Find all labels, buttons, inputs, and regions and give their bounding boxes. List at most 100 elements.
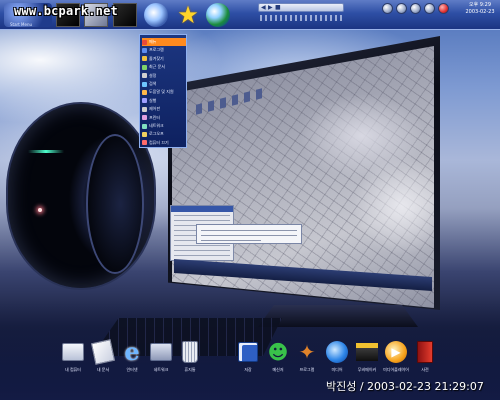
- start-menu-item[interactable]: 프린터: [142, 114, 186, 122]
- mini-media-toolbar[interactable]: ◀ ▶ ■: [258, 3, 344, 12]
- dock-item-dictionary[interactable]: 사전: [410, 340, 440, 372]
- menu-item-label: 즐겨찾기: [149, 55, 164, 61]
- floppy-disk-icon: [238, 342, 258, 362]
- menu-item-icon: [142, 140, 147, 146]
- start-menu-item[interactable]: 로그오프: [142, 130, 186, 138]
- menu-item-icon: [142, 89, 147, 95]
- prev-icon[interactable]: ◀: [261, 4, 266, 12]
- start-menu-item[interactable]: 실행: [142, 97, 186, 105]
- menu-item-label: 네트워크: [149, 123, 164, 128]
- menu-item-icon: [142, 56, 147, 62]
- dock-label: 저장: [244, 367, 252, 372]
- play-icon[interactable]: ▶: [268, 4, 273, 12]
- dock-label: 내 컴퓨터: [65, 367, 81, 372]
- popup-line: [201, 235, 297, 236]
- menu-item-label: 로그오프: [149, 131, 164, 137]
- tray-button-1[interactable]: [382, 3, 393, 14]
- monitor-stand: [258, 305, 418, 327]
- start-menu-item[interactable]: 컴퓨터 끄기: [142, 139, 186, 147]
- dock-label: 네트워크: [153, 367, 169, 372]
- media-player-icon: ▶: [385, 341, 407, 363]
- speaker-led-strip: [28, 150, 64, 153]
- dock-label: 프로그램: [299, 367, 315, 372]
- author-timestamp-caption: 박진성 / 2003-02-23 21:29:07: [326, 380, 484, 393]
- dock-item-network[interactable]: 네트워크: [146, 340, 176, 372]
- inner-window-titlebar: [171, 206, 233, 212]
- dock-label: 휴지통: [184, 367, 196, 372]
- menu-item-label: 검색: [149, 81, 157, 86]
- stop-icon[interactable]: ■: [275, 4, 281, 12]
- start-menu-item[interactable]: 네트워크: [142, 122, 186, 130]
- dock-item-internet-explorer[interactable]: e 인터넷: [117, 337, 147, 373]
- dock-label: 메신저: [272, 367, 284, 372]
- menu-item-label: 실행: [149, 97, 157, 103]
- menu-item-label: 설정: [149, 72, 157, 78]
- menu-item-icon: [142, 47, 147, 53]
- dock-item-recycle-bin[interactable]: 휴지통: [175, 340, 205, 372]
- messenger-icon: ☻: [267, 340, 289, 364]
- start-menu-item[interactable]: 도움말 및 지원: [142, 88, 186, 96]
- dock-item-save[interactable]: 저장: [233, 340, 263, 372]
- tray-button-4[interactable]: [424, 3, 435, 14]
- tray-clock: 오후 9:29 2003-02-23: [461, 2, 499, 16]
- menu-item-icon: [142, 115, 147, 121]
- star-icon[interactable]: ★: [176, 3, 200, 27]
- menu-item-icon: [142, 123, 147, 129]
- dock-item-my-computer[interactable]: 내 컴퓨터: [58, 340, 88, 372]
- tray-button-2[interactable]: [396, 3, 407, 14]
- start-menu-item[interactable]: 설정: [142, 72, 186, 80]
- site-watermark: www.bcpark.net: [14, 4, 118, 18]
- dock-item-movie-maker[interactable]: 무비메이커: [352, 340, 382, 372]
- dock-label: 미디어플레이어: [383, 367, 409, 372]
- dock-item-program[interactable]: ✦ 프로그램: [292, 340, 322, 372]
- tray-button-3[interactable]: [410, 3, 421, 14]
- cd-disc-icon[interactable]: [144, 3, 168, 27]
- recycle-bin-icon: [182, 341, 198, 363]
- menu-item-label: 도움말 및 지원: [149, 89, 174, 95]
- menu-item-icon: [142, 106, 147, 112]
- start-menu-item[interactable]: 프로그램: [142, 46, 186, 54]
- dock-item-media-player[interactable]: ▶ 미디어플레이어: [381, 340, 411, 372]
- internet-explorer-icon: e: [124, 337, 140, 366]
- menu-item-label: 최근 문서: [149, 64, 165, 70]
- speaker-cone: [86, 134, 144, 274]
- menu-item-icon: [142, 81, 147, 87]
- popup-line: [201, 240, 261, 241]
- dock-item-messenger[interactable]: ☻ 메신저: [263, 340, 293, 372]
- start-menu: 메뉴프로그램즐겨찾기최근 문서설정검색도움말 및 지원실행제어판프린터네트워크로…: [139, 34, 187, 148]
- clock-date: 2003-02-23: [465, 9, 495, 15]
- menu-item-label: 프로그램: [149, 47, 164, 53]
- dock-label: 인터넷: [126, 367, 138, 372]
- swirl-icon: [326, 341, 348, 363]
- speaker-power-light: [38, 208, 42, 212]
- close-icon[interactable]: [438, 3, 449, 14]
- start-menu-item[interactable]: 메뉴: [142, 38, 186, 46]
- windows-globe-icon[interactable]: [206, 3, 230, 27]
- menu-item-label: 프린터: [149, 114, 161, 120]
- mini-status-strip: [260, 15, 344, 21]
- popup-line: [201, 230, 297, 231]
- movie-maker-icon: [356, 343, 378, 361]
- my-computer-icon: [62, 343, 84, 361]
- menu-item-label: 메뉴: [149, 39, 157, 44]
- dock-item-my-documents[interactable]: 내 문서: [88, 339, 118, 372]
- clock-time: 오후 9:29: [468, 2, 492, 8]
- start-menu-item[interactable]: 즐겨찾기: [142, 55, 186, 63]
- screen-popup-dialog: [196, 224, 302, 244]
- start-menu-item[interactable]: 최근 문서: [142, 63, 186, 71]
- network-icon: [150, 343, 172, 361]
- dock-label: 미디어: [331, 367, 343, 372]
- my-documents-icon: [90, 339, 116, 365]
- dock-label: 무비메이커: [357, 367, 377, 372]
- dock-label: 내 문서: [96, 367, 110, 372]
- dock-item-media[interactable]: 미디어: [322, 340, 352, 372]
- menu-item-label: 제어판: [149, 106, 161, 112]
- book-icon: [417, 341, 433, 363]
- start-menu-item[interactable]: 제어판: [142, 105, 186, 113]
- start-menu-item[interactable]: 검색: [142, 80, 186, 88]
- start-button-caption: Start Menu: [10, 22, 33, 27]
- menu-item-icon: [142, 64, 147, 70]
- menu-item-label: 컴퓨터 끄기: [149, 139, 169, 145]
- menu-item-icon: [142, 131, 147, 137]
- menu-item-icon: [142, 39, 147, 45]
